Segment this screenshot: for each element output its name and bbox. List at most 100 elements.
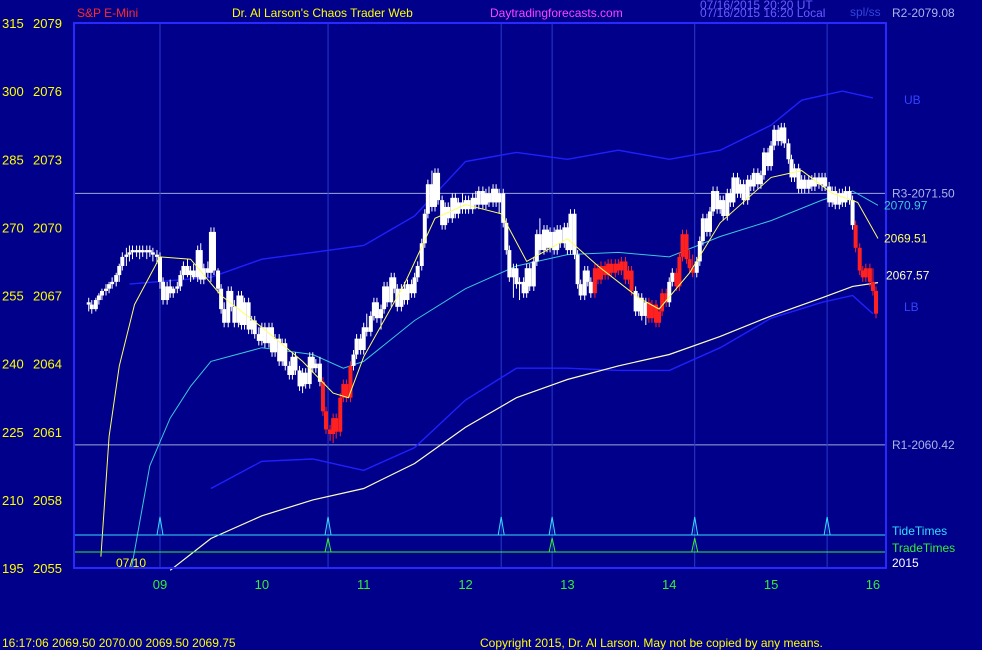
candle-body	[527, 268, 532, 287]
candle-body	[843, 191, 848, 203]
y-tick-price: 2076	[33, 84, 62, 99]
candle-body	[334, 418, 339, 432]
candle-body	[93, 300, 98, 310]
candle-body	[680, 234, 685, 257]
candle-body	[351, 354, 356, 366]
symbol-title: S&P E-Mini	[77, 6, 138, 20]
y-tick-oscillator: 270	[2, 220, 24, 235]
candle-body	[181, 265, 186, 276]
candle-body	[588, 281, 593, 294]
candle-body	[114, 275, 119, 282]
timestamp-local: 07/16/2015 16:20 Local	[700, 6, 825, 20]
y-tick-oscillator: 285	[2, 152, 24, 167]
band-label: LB	[904, 300, 919, 314]
candle-body	[171, 288, 176, 294]
candle-body	[154, 254, 159, 257]
candle-body	[863, 268, 868, 278]
y-tick-oscillator: 240	[2, 357, 24, 372]
x-tick-label: 09	[153, 577, 167, 592]
candle-body	[721, 200, 726, 217]
candle-body	[344, 384, 349, 398]
candle-body	[422, 213, 427, 244]
candle-body	[711, 191, 716, 212]
x-tick-label: 11	[357, 577, 371, 592]
candle-body	[772, 129, 777, 146]
date-label: 07/10	[116, 556, 146, 570]
candle-body	[677, 256, 682, 287]
year-label: 2015	[892, 556, 919, 570]
candle-body	[216, 270, 221, 289]
candle-body	[99, 290, 104, 296]
candle-body	[320, 381, 325, 412]
x-tick-label: 15	[764, 577, 778, 592]
chaos-trader-chart: S&P E-Mini Dr. Al Larson's Chaos Trader …	[0, 0, 982, 650]
candle-body	[537, 234, 542, 251]
candle-body	[687, 259, 692, 269]
trade-times-label: TradeTimes	[892, 541, 955, 555]
candle-body	[140, 250, 145, 253]
candle-body	[368, 315, 373, 332]
candle-body	[575, 254, 580, 285]
candle-body	[531, 261, 536, 287]
x-tick-label: 13	[560, 577, 574, 592]
candle-body	[833, 191, 838, 205]
candle-body	[385, 286, 390, 303]
candle-body	[558, 229, 563, 244]
candle-body	[514, 268, 519, 285]
candle-body	[619, 261, 624, 271]
candle-body	[364, 327, 369, 332]
candle-body	[222, 309, 227, 323]
y-tick-price: 2079	[33, 16, 62, 31]
candle-body	[150, 252, 155, 255]
candle-body	[629, 270, 634, 291]
candle-body	[232, 306, 237, 323]
candle-body	[425, 184, 430, 214]
candle-body	[870, 281, 875, 291]
candle-body	[104, 288, 109, 291]
band-label: UB	[904, 93, 921, 107]
candle-body	[548, 231, 553, 248]
y-tick-oscillator: 255	[2, 289, 24, 304]
y-tick-price: 2058	[33, 493, 62, 508]
candle-body	[392, 277, 397, 289]
candle-body	[497, 193, 502, 203]
website-link[interactable]: Daytradingforecasts.com	[490, 6, 623, 20]
candle-body	[782, 127, 787, 144]
candle-body	[161, 281, 166, 301]
candle-body	[660, 293, 665, 312]
x-tick-label: 12	[458, 577, 472, 592]
value-label: 2070.97	[884, 198, 928, 212]
candle-body	[657, 311, 662, 323]
candle-body	[850, 200, 855, 226]
candle-body	[761, 152, 766, 176]
candle-body	[354, 338, 359, 355]
y-tick-price: 2073	[33, 152, 62, 167]
candle-body	[786, 143, 791, 160]
y-tick-oscillator: 300	[2, 84, 24, 99]
candle-body	[117, 265, 122, 276]
spl-tag: spl/ss	[850, 5, 881, 19]
x-tick-label: 16	[866, 577, 880, 592]
y-tick-oscillator: 225	[2, 425, 24, 440]
y-tick-oscillator: 315	[2, 16, 24, 31]
y-tick-oscillator: 195	[2, 561, 24, 576]
candle-body	[751, 172, 756, 187]
candle-body	[707, 211, 712, 232]
candle-body	[96, 295, 101, 301]
candle-body	[585, 270, 590, 282]
x-tick-label: 10	[255, 577, 269, 592]
y-tick-price: 2070	[33, 220, 62, 235]
candle-body	[436, 172, 441, 201]
candle-body	[649, 304, 654, 319]
value-label: 2069.51	[884, 232, 928, 246]
candle-body	[578, 284, 583, 296]
y-tick-price: 2067	[33, 289, 62, 304]
candle-body	[769, 145, 774, 167]
candle-body	[741, 184, 746, 201]
candle-body	[303, 372, 308, 385]
candle-body	[802, 179, 807, 189]
candle-body	[684, 234, 689, 260]
candle-body	[124, 254, 129, 257]
candle-body	[853, 225, 858, 248]
candle-body	[867, 268, 872, 282]
